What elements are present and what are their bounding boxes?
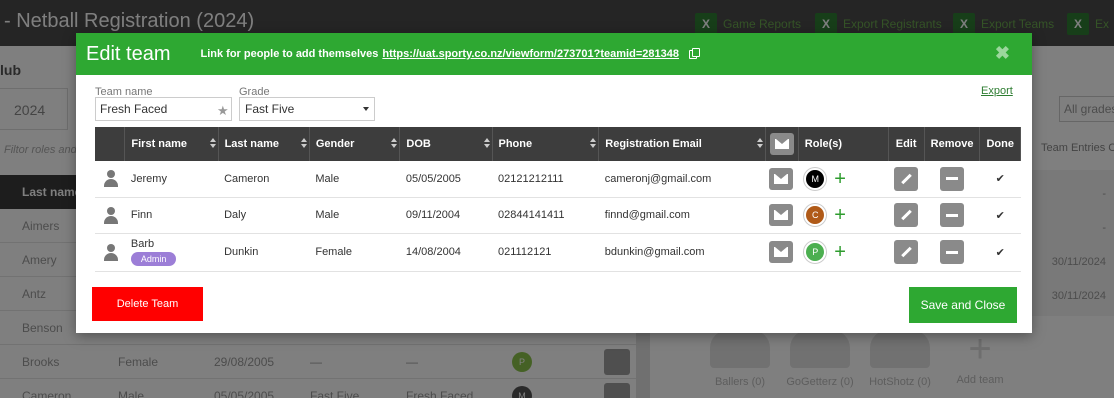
grade-select[interactable]: Fast Five: [239, 97, 375, 121]
last-name-cell: Cameron: [218, 161, 310, 198]
dob-cell: 09/11/2004: [399, 197, 492, 234]
modal-title: Edit team: [86, 42, 171, 65]
dob-cell: 14/08/2004: [399, 233, 492, 272]
table-row: Barb Admin Dunkin Female 14/08/2004 02111…: [95, 233, 1021, 272]
email-all-header[interactable]: [765, 127, 799, 161]
modal-header: Edit team Link for people to add themsel…: [76, 33, 1032, 75]
add-role-icon[interactable]: +: [834, 242, 846, 262]
role-badge[interactable]: M: [804, 167, 827, 190]
first-name-cell: Finn: [124, 197, 219, 234]
person-icon: [104, 170, 118, 188]
mail-icon[interactable]: [769, 204, 794, 226]
first-name-cell: Jeremy: [124, 161, 219, 198]
done-check-icon[interactable]: ✔: [979, 233, 1021, 272]
table-row: Finn Daly Male 09/11/2004 02844141411 fi…: [95, 197, 1021, 234]
copy-icon[interactable]: [688, 48, 701, 60]
pencil-icon: [900, 173, 912, 185]
pencil-icon: [900, 209, 912, 221]
email-cell: finnd@gmail.com: [598, 197, 766, 234]
phone-header[interactable]: Phone: [492, 127, 600, 161]
last-name-cell: Daly: [218, 197, 310, 234]
close-icon[interactable]: ✖: [995, 43, 1010, 64]
add-role-icon[interactable]: +: [834, 205, 846, 225]
avatar-header: [95, 127, 126, 161]
mail-icon[interactable]: [769, 241, 794, 263]
self-register-link[interactable]: https://uat.sporty.co.nz/viewform/273701…: [382, 48, 679, 60]
add-role-icon[interactable]: +: [834, 169, 846, 189]
person-icon: [104, 243, 118, 261]
done-check-icon[interactable]: ✔: [979, 161, 1021, 198]
last-name-cell: Dunkin: [218, 233, 310, 272]
email-cell: cameronj@gmail.com: [598, 161, 766, 198]
remove-button[interactable]: [940, 203, 965, 227]
star-icon: ★: [217, 103, 229, 118]
roles-header: Role(s): [798, 127, 889, 161]
export-link[interactable]: Export: [981, 85, 1013, 97]
dob-cell: 05/05/2005: [399, 161, 492, 198]
mail-icon: [769, 133, 794, 155]
edit-button[interactable]: [894, 240, 919, 264]
minus-icon: [946, 213, 959, 217]
email-cell: bdunkin@gmail.com: [598, 233, 766, 272]
pencil-icon: [900, 246, 912, 258]
role-badge[interactable]: P: [804, 241, 827, 263]
gender-cell: Female: [309, 233, 400, 272]
gender-cell: Male: [309, 161, 400, 198]
email-header[interactable]: Registration Email: [598, 127, 766, 161]
admin-badge: Admin: [130, 252, 177, 266]
delete-team-button[interactable]: Delete Team: [92, 287, 203, 321]
edit-button[interactable]: [894, 203, 919, 227]
phone-cell: 02844141411: [492, 197, 599, 234]
last-name-header[interactable]: Last name: [218, 127, 310, 161]
minus-icon: [946, 250, 959, 254]
remove-button[interactable]: [940, 240, 965, 264]
first-name-cell: Barb: [130, 238, 155, 250]
mail-icon[interactable]: [769, 167, 794, 190]
person-icon: [104, 206, 118, 224]
done-header: Done: [979, 127, 1021, 161]
edit-button[interactable]: [894, 166, 919, 191]
phone-cell: 021112121: [492, 233, 599, 272]
first-name-header[interactable]: First name: [124, 127, 219, 161]
remove-header: Remove: [924, 127, 981, 161]
self-register-label: Link for people to add themselves: [200, 48, 379, 60]
phone-cell: 02121212111: [492, 161, 599, 198]
save-and-close-button[interactable]: Save and Close: [909, 287, 1017, 323]
chevron-down-icon: [363, 107, 369, 111]
done-check-icon[interactable]: ✔: [979, 197, 1021, 234]
dob-header[interactable]: DOB: [399, 127, 493, 161]
remove-button[interactable]: [940, 166, 965, 191]
team-name-input[interactable]: [95, 97, 232, 121]
edit-header: Edit: [888, 127, 925, 161]
grade-value: Fast Five: [245, 102, 295, 116]
gender-header[interactable]: Gender: [309, 127, 401, 161]
minus-icon: [946, 177, 959, 181]
members-table: First name Last name Gender DOB Phone Re…: [95, 127, 1021, 272]
gender-cell: Male: [309, 197, 400, 234]
edit-team-modal: Edit team Link for people to add themsel…: [76, 33, 1032, 333]
table-row: Jeremy Cameron Male 05/05/2005 021212121…: [95, 161, 1021, 198]
role-badge[interactable]: C: [804, 204, 827, 226]
